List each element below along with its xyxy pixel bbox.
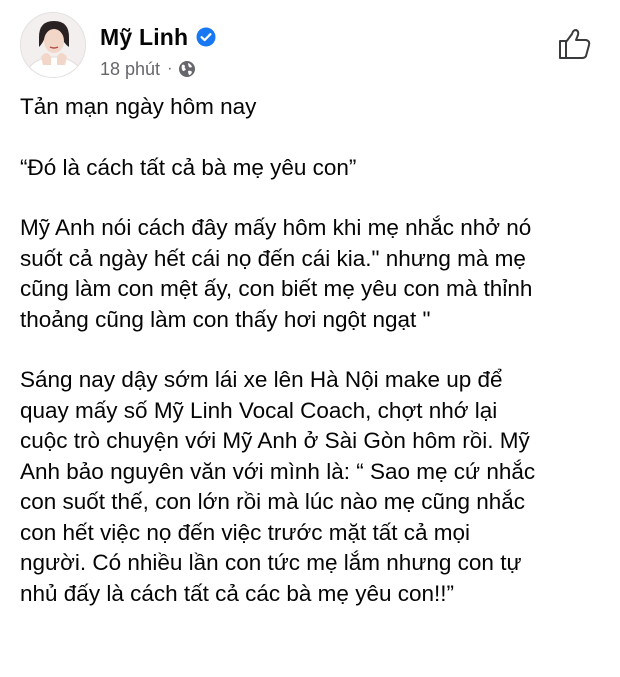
globe-icon[interactable]	[178, 60, 196, 78]
avatar-photo	[21, 13, 85, 77]
post-paragraph: Sáng nay dậy sớm lái xe lên Hà Nội make …	[20, 367, 536, 606]
verified-badge-icon	[196, 27, 216, 47]
post-paragraph: Mỹ Anh nói cách đây mấy hôm khi mẹ nhắc …	[20, 215, 533, 332]
avatar[interactable]	[20, 12, 86, 78]
post-paragraph: “Đó là cách tất cả bà mẹ yêu con”	[20, 154, 357, 180]
post-body: Tản mạn ngày hôm nay “Đó là cách tất cả …	[20, 92, 610, 639]
author-name[interactable]: Mỹ Linh	[100, 24, 188, 51]
thumbs-up-icon[interactable]	[556, 26, 592, 62]
post-header: Mỹ Linh 18 phút ·	[20, 12, 600, 84]
post-timestamp[interactable]: 18 phút	[100, 59, 160, 80]
meta-separator: ·	[167, 60, 173, 77]
author-row: Mỹ Linh	[100, 22, 216, 52]
facebook-post: Mỹ Linh 18 phút · Tản mạn ngày hôm nay “…	[0, 0, 620, 677]
post-paragraph: Tản mạn ngày hôm nay	[20, 94, 257, 119]
post-meta: 18 phút ·	[100, 58, 196, 80]
